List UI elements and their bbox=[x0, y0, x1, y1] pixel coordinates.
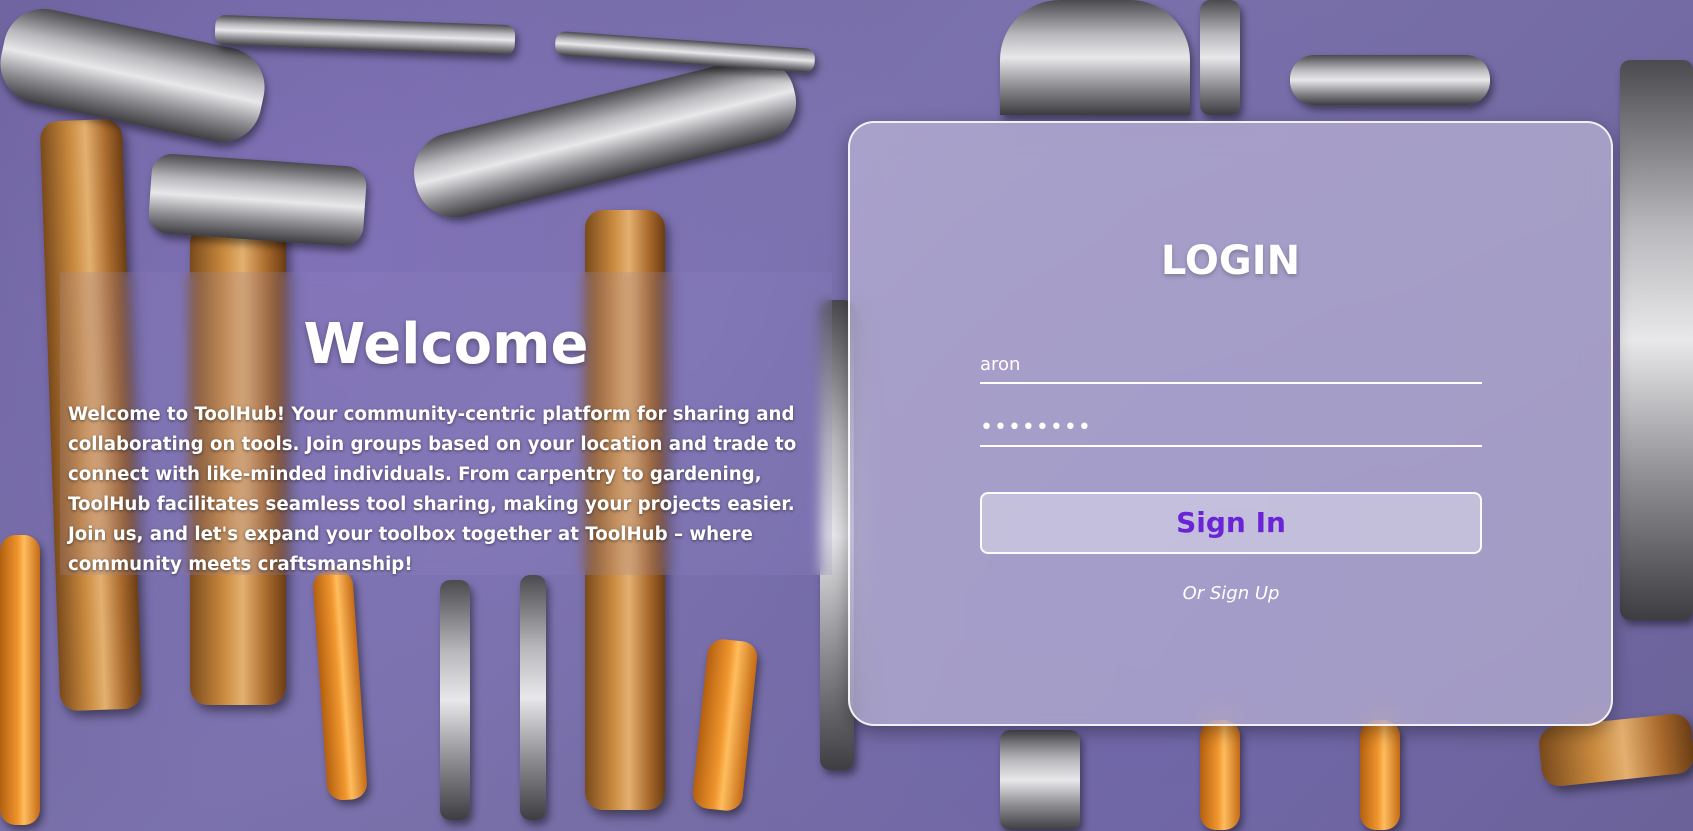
login-page: Welcome Welcome to ToolHub! Your communi… bbox=[0, 0, 1693, 831]
welcome-title: Welcome bbox=[303, 312, 589, 377]
sign-up-link[interactable]: Or Sign Up bbox=[980, 583, 1482, 604]
username-input[interactable] bbox=[980, 346, 1482, 384]
login-title: LOGIN bbox=[1160, 238, 1301, 284]
password-input[interactable] bbox=[980, 409, 1482, 447]
welcome-description: Welcome to ToolHub! Your community-centr… bbox=[68, 404, 797, 575]
sign-in-button[interactable]: Sign In bbox=[980, 492, 1482, 554]
